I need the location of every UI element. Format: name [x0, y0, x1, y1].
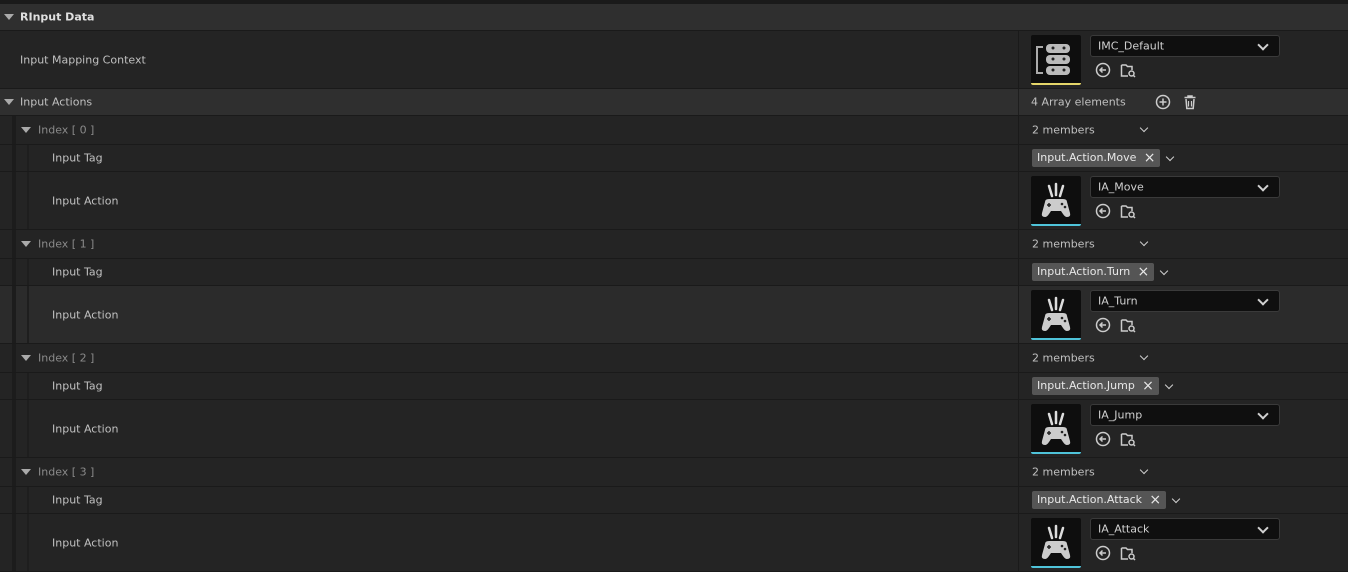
asset-picker-combo[interactable]: IA_Turn — [1090, 290, 1280, 312]
category-header-rinput-data[interactable]: RInput Data — [0, 4, 1348, 31]
add-circle-icon[interactable] — [1155, 94, 1171, 110]
members-count: 2 members — [1032, 351, 1095, 365]
array-index-label: Index [ 0 ] — [38, 123, 95, 137]
array-label: Input Actions — [20, 95, 93, 109]
chevron-down-icon[interactable] — [1139, 123, 1149, 133]
gameplay-tag-label: Input.Action.Attack — [1037, 493, 1143, 506]
category-title: RInput Data — [20, 10, 95, 24]
x-icon[interactable]: × — [1138, 263, 1150, 281]
triangle-down-icon[interactable] — [21, 127, 31, 133]
gameplay-tag-chip[interactable]: Input.Action.Attack × — [1032, 491, 1167, 509]
array-index-label: Index [ 2 ] — [38, 351, 95, 365]
use-selected-arrow-icon[interactable] — [1095, 62, 1111, 78]
trash-icon[interactable] — [1182, 94, 1198, 110]
use-selected-arrow-icon[interactable] — [1095, 203, 1111, 219]
chevron-down-icon[interactable] — [1165, 152, 1175, 162]
triangle-down-icon[interactable] — [21, 469, 31, 475]
chevron-down-icon[interactable] — [1139, 351, 1149, 361]
property-label: Input Mapping Context — [20, 53, 146, 66]
property-label: Input Tag — [52, 151, 103, 165]
gameplay-tag-chip[interactable]: Input.Action.Move × — [1032, 149, 1161, 167]
asset-picker-combo[interactable]: IA_Jump — [1090, 404, 1280, 426]
property-label: Input Action — [52, 536, 119, 549]
array-count: 4 Array elements — [1031, 95, 1126, 109]
gameplay-tag-chip[interactable]: Input.Action.Jump × — [1032, 377, 1159, 395]
property-label: Input Action — [52, 422, 119, 435]
array-element-header[interactable]: Index [ 1 ] 2 members — [0, 230, 1348, 259]
triangle-down-icon[interactable] — [4, 99, 14, 105]
array-index-label: Index [ 1 ] — [38, 237, 95, 251]
gameplay-tag-chip[interactable]: Input.Action.Turn × — [1032, 263, 1155, 281]
asset-picker-value: IA_Move — [1098, 180, 1144, 194]
gameplay-tag-label: Input.Action.Turn — [1037, 265, 1131, 278]
array-header-input-actions[interactable]: Input Actions 4 Array elements — [0, 89, 1348, 116]
property-row-input-tag: Input Tag Input.Action.Attack × — [0, 487, 1348, 514]
chevron-down-icon[interactable] — [1139, 465, 1149, 475]
use-selected-arrow-icon[interactable] — [1095, 317, 1111, 333]
gameplay-tag-label: Input.Action.Move — [1037, 151, 1137, 164]
property-label: Input Tag — [52, 265, 103, 279]
input-mapping-context-icon[interactable] — [1031, 35, 1081, 85]
chevron-down-icon — [1257, 408, 1269, 420]
chevron-down-icon — [1257, 180, 1269, 192]
chevron-down-icon[interactable] — [1171, 494, 1181, 504]
triangle-down-icon[interactable] — [21, 355, 31, 361]
chevron-down-icon[interactable] — [1164, 380, 1174, 390]
array-element-header[interactable]: Index [ 3 ] 2 members — [0, 458, 1348, 487]
browse-folder-search-icon[interactable] — [1120, 203, 1136, 219]
asset-type-color-bar — [1031, 452, 1081, 454]
asset-picker-value: IA_Jump — [1098, 408, 1143, 422]
triangle-down-icon[interactable] — [21, 241, 31, 247]
asset-type-color-bar — [1031, 338, 1081, 340]
array-element-header[interactable]: Index [ 2 ] 2 members — [0, 344, 1348, 373]
asset-type-color-bar — [1031, 566, 1081, 568]
x-icon[interactable]: × — [1149, 491, 1161, 509]
x-icon[interactable]: × — [1144, 149, 1156, 167]
members-count: 2 members — [1032, 237, 1095, 251]
property-label: Input Tag — [52, 379, 103, 393]
chevron-down-icon — [1257, 522, 1269, 534]
members-count: 2 members — [1032, 465, 1095, 479]
browse-folder-search-icon[interactable] — [1120, 431, 1136, 447]
property-row-input-mapping-context: Input Mapping Context IMC_Default — [0, 31, 1348, 89]
triangle-down-icon[interactable] — [4, 14, 14, 20]
gamepad-icon[interactable] — [1031, 176, 1081, 226]
asset-type-color-bar — [1031, 224, 1081, 226]
array-element-header[interactable]: Index [ 0 ] 2 members — [0, 116, 1348, 145]
gamepad-icon[interactable] — [1031, 404, 1081, 454]
property-row-input-tag: Input Tag Input.Action.Move × — [0, 145, 1348, 172]
property-label: Input Tag — [52, 493, 103, 507]
property-label: Input Action — [52, 308, 119, 321]
asset-picker-value: IMC_Default — [1098, 39, 1165, 53]
chevron-down-icon[interactable] — [1139, 237, 1149, 247]
members-count: 2 members — [1032, 123, 1095, 137]
asset-type-color-bar — [1031, 83, 1081, 85]
gamepad-icon[interactable] — [1031, 290, 1081, 340]
property-row-input-tag: Input Tag Input.Action.Jump × — [0, 373, 1348, 400]
browse-folder-search-icon[interactable] — [1120, 317, 1136, 333]
property-label: Input Action — [52, 194, 119, 207]
property-row-input-action: Input Action IA_Turn — [0, 286, 1348, 344]
browse-folder-search-icon[interactable] — [1120, 545, 1136, 561]
array-index-label: Index [ 3 ] — [38, 465, 95, 479]
property-row-input-action: Input Action IA_Attack — [0, 514, 1348, 572]
browse-folder-search-icon[interactable] — [1120, 62, 1136, 78]
x-icon[interactable]: × — [1142, 377, 1154, 395]
property-row-input-action: Input Action IA_Move — [0, 172, 1348, 230]
asset-picker-combo[interactable]: IA_Attack — [1090, 518, 1280, 540]
asset-picker-combo[interactable]: IMC_Default — [1090, 35, 1280, 57]
chevron-down-icon[interactable] — [1159, 266, 1169, 276]
property-row-input-action: Input Action IA_Jump — [0, 400, 1348, 458]
chevron-down-icon — [1257, 39, 1269, 51]
chevron-down-icon — [1257, 294, 1269, 306]
use-selected-arrow-icon[interactable] — [1095, 545, 1111, 561]
asset-picker-value: IA_Attack — [1098, 522, 1150, 536]
property-row-input-tag: Input Tag Input.Action.Turn × — [0, 259, 1348, 286]
use-selected-arrow-icon[interactable] — [1095, 431, 1111, 447]
asset-picker-value: IA_Turn — [1098, 294, 1138, 308]
asset-picker-combo[interactable]: IA_Move — [1090, 176, 1280, 198]
gamepad-icon[interactable] — [1031, 518, 1081, 568]
gameplay-tag-label: Input.Action.Jump — [1037, 379, 1135, 392]
